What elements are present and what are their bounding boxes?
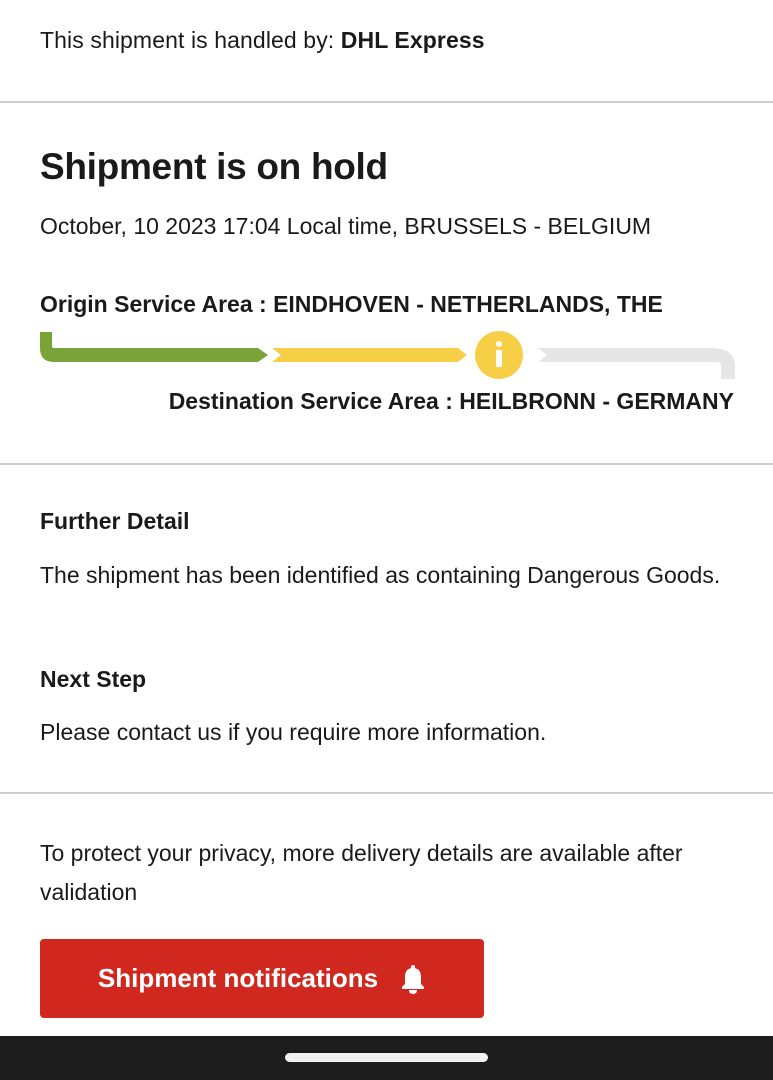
next-step-heading: Next Step xyxy=(40,666,147,692)
further-detail-heading: Further Detail xyxy=(40,508,190,534)
handler-text: This shipment is handled by: DHL Express xyxy=(40,27,485,54)
divider xyxy=(0,463,773,465)
shipment-notifications-button[interactable]: Shipment notifications xyxy=(40,939,484,1018)
status-title: Shipment is on hold xyxy=(40,146,388,187)
handler-section: This shipment is handled by: DHL Express xyxy=(0,0,773,102)
origin-service-area: Origin Service Area : EINDHOVEN - NETHER… xyxy=(40,291,663,317)
shipment-progress-bar xyxy=(40,331,735,379)
progress-segment-in-progress xyxy=(272,348,467,362)
privacy-text: To protect your privacy, more delivery d… xyxy=(40,840,683,905)
system-navigation-bar xyxy=(0,1036,773,1080)
progress-segment-pending xyxy=(538,348,735,379)
destination-service-area: Destination Service Area : HEILBRONN - G… xyxy=(168,388,734,414)
further-detail-text: The shipment has been identified as cont… xyxy=(40,562,721,588)
shipment-notifications-label: Shipment notifications xyxy=(97,963,379,993)
info-icon xyxy=(475,331,523,379)
next-step-text: Please contact us if you require more in… xyxy=(40,719,547,745)
divider xyxy=(0,792,773,794)
handler-prefix: This shipment is handled by: xyxy=(40,27,341,53)
progress-segment-complete xyxy=(40,332,268,362)
bell-icon xyxy=(402,964,425,994)
carrier-name: DHL Express xyxy=(340,27,485,53)
divider xyxy=(0,101,773,103)
home-gesture-handle[interactable] xyxy=(285,1053,488,1062)
status-date-location: October, 10 2023 17:04 Local time, BRUSS… xyxy=(40,213,652,239)
